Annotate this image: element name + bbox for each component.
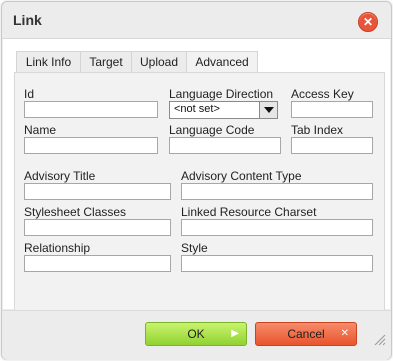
cancel-button-label: Cancel xyxy=(287,327,325,341)
resize-grip-icon[interactable] xyxy=(372,332,386,346)
style-input[interactable] xyxy=(181,255,373,272)
id-label: Id xyxy=(24,87,35,101)
tab-index-label: Tab Index xyxy=(291,123,344,137)
dialog-footer: OK ▶ Cancel ✕ xyxy=(2,310,391,360)
close-icon: ✕ xyxy=(362,15,374,29)
dialog-body: Link Info Target Upload Advanced Id Lang… xyxy=(3,39,390,311)
language-direction-value: <not set> xyxy=(174,103,220,115)
close-button[interactable]: ✕ xyxy=(358,12,378,32)
tab-advanced[interactable]: Advanced xyxy=(186,51,258,73)
tab-target[interactable]: Target xyxy=(80,51,132,72)
name-input[interactable] xyxy=(24,137,158,154)
language-direction-select[interactable]: <not set> xyxy=(169,101,278,119)
tab-upload[interactable]: Upload xyxy=(131,51,187,72)
dialog-titlebar[interactable]: Link ✕ xyxy=(2,2,391,39)
chevron-down-icon[interactable] xyxy=(259,102,277,118)
advanced-panel: Id Language Direction <not set> Access K… xyxy=(14,72,385,311)
close-small-icon: ✕ xyxy=(340,328,349,339)
relationship-input[interactable] xyxy=(24,255,171,272)
advisory-content-type-label: Advisory Content Type xyxy=(181,169,302,183)
language-code-label: Language Code xyxy=(169,123,255,137)
language-code-input[interactable] xyxy=(169,137,281,154)
access-key-label: Access Key xyxy=(291,87,354,101)
linked-resource-charset-input[interactable] xyxy=(181,219,373,236)
style-label: Style xyxy=(181,241,208,255)
access-key-input[interactable] xyxy=(291,101,373,118)
stylesheet-classes-label: Stylesheet Classes xyxy=(24,205,127,219)
linked-resource-charset-label: Linked Resource Charset xyxy=(181,205,317,219)
ok-button-label: OK xyxy=(187,327,205,341)
ok-button[interactable]: OK ▶ xyxy=(145,322,247,346)
tab-link-info[interactable]: Link Info xyxy=(16,51,81,72)
dialog-title: Link xyxy=(13,12,42,28)
cancel-button[interactable]: Cancel ✕ xyxy=(255,322,357,346)
link-dialog: Link ✕ Link Info Target Upload Advanced … xyxy=(1,1,392,360)
id-input[interactable] xyxy=(24,101,158,118)
name-label: Name xyxy=(24,123,57,137)
advisory-title-label: Advisory Title xyxy=(24,169,96,183)
chevron-right-icon: ▶ xyxy=(231,328,239,339)
advisory-title-input[interactable] xyxy=(24,183,171,200)
advisory-content-type-input[interactable] xyxy=(181,183,373,200)
tab-index-input[interactable] xyxy=(291,137,373,154)
language-direction-label: Language Direction xyxy=(169,87,274,101)
relationship-label: Relationship xyxy=(24,241,91,255)
stylesheet-classes-input[interactable] xyxy=(24,219,171,236)
